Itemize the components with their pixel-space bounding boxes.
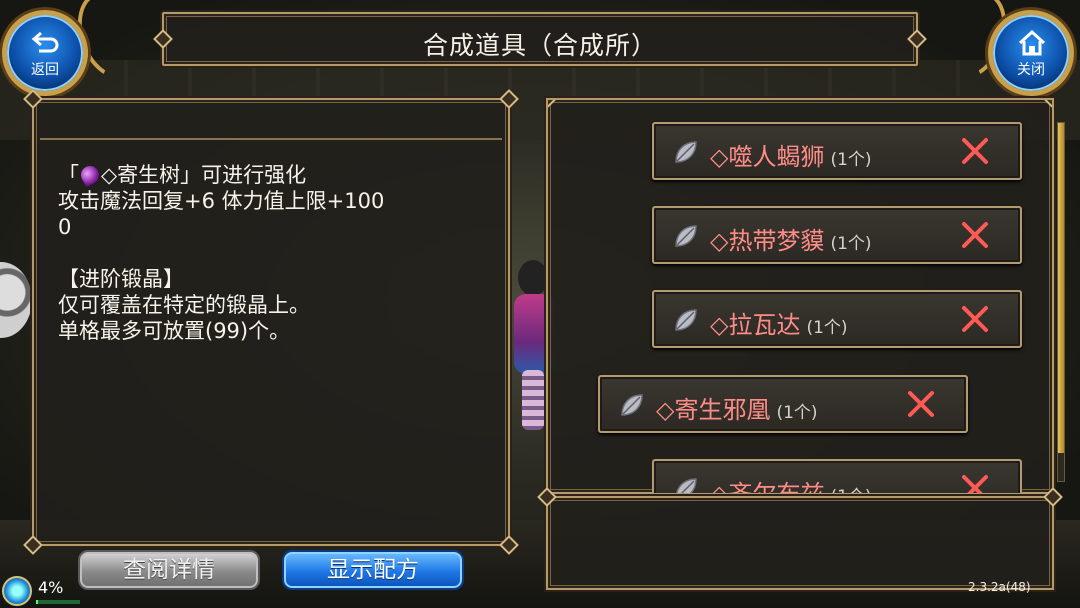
remove-x-icon[interactable] bbox=[958, 302, 992, 336]
enhance-line: 「 ◇寄生树」可进行强化 bbox=[58, 162, 488, 188]
leaf-icon bbox=[621, 394, 643, 416]
material-entry[interactable]: ◇噬人蝎狮 (1个) bbox=[652, 122, 1022, 180]
material-name-text: ◇拉瓦达 bbox=[710, 311, 801, 339]
version-label: 2.3.2a(48) bbox=[968, 580, 1031, 594]
material-count: (1个) bbox=[830, 234, 872, 254]
material-name-text: ◇噬人蝎狮 bbox=[710, 143, 825, 171]
title-bar: 合成道具（合成所） bbox=[153, 12, 927, 66]
material-count: (1个) bbox=[776, 403, 818, 423]
leaf-icon bbox=[675, 309, 697, 331]
remove-x-icon[interactable] bbox=[958, 218, 992, 252]
status-percent: 4% bbox=[38, 578, 64, 597]
close-button[interactable]: 关闭 bbox=[988, 10, 1074, 96]
item-description: 「◇寄生树」可进行强化 攻击魔法回复+6 体力值上限+100 0 【进阶锻晶】 … bbox=[58, 162, 488, 344]
material-entry[interactable]: ◇拉瓦达 (1个) bbox=[652, 290, 1022, 348]
material-entry[interactable]: ◇寄生邪凰 (1个) bbox=[598, 375, 968, 433]
rule-line: 仅可覆盖在特定的锻晶上。 bbox=[58, 293, 310, 317]
material-name: ◇寄生邪凰 (1个) bbox=[656, 390, 818, 425]
leaf-icon bbox=[675, 225, 697, 247]
material-name: ◇热带梦貘 (1个) bbox=[710, 221, 872, 256]
panel-corner bbox=[1043, 100, 1052, 109]
bracket-open: 「 bbox=[58, 163, 79, 187]
material-name-text: ◇热带梦貘 bbox=[710, 227, 825, 255]
stat-line-wrap: 0 bbox=[58, 215, 72, 239]
return-arrow-icon bbox=[31, 31, 59, 53]
material-name: ◇拉瓦达 (1个) bbox=[710, 305, 848, 340]
material-name-text: ◇寄生邪凰 bbox=[656, 396, 771, 424]
materials-footer-panel bbox=[537, 487, 1063, 590]
view-details-button[interactable]: 查阅详情 bbox=[78, 550, 260, 590]
back-label: 返回 bbox=[31, 62, 59, 78]
material-count: (1个) bbox=[830, 150, 872, 170]
purple-gem-icon bbox=[77, 162, 103, 188]
material-name: ◇噬人蝎狮 (1个) bbox=[710, 137, 872, 172]
remove-x-icon[interactable] bbox=[958, 134, 992, 168]
status-bar bbox=[36, 600, 80, 604]
category-line: 【进阶锻晶】 bbox=[58, 267, 184, 291]
status-orb-icon bbox=[2, 576, 32, 606]
leaf-icon bbox=[675, 141, 697, 163]
enhance-suffix: 」可进行强化 bbox=[180, 163, 307, 187]
info-panel-header bbox=[40, 106, 502, 140]
material-entry[interactable]: ◇热带梦貘 (1个) bbox=[652, 206, 1022, 264]
material-count: (1个) bbox=[806, 318, 848, 338]
stat-line: 攻击魔法回复+6 体力值上限+100 bbox=[58, 189, 385, 213]
panel-corner bbox=[548, 100, 557, 109]
page-title: 合成道具（合成所） bbox=[422, 31, 657, 60]
materials-scrollbar[interactable] bbox=[1057, 122, 1065, 482]
status-bar-fill bbox=[36, 600, 38, 604]
background-mascot bbox=[0, 262, 32, 338]
close-label: 关闭 bbox=[1017, 62, 1045, 78]
back-button[interactable]: 返回 bbox=[2, 10, 88, 96]
home-icon bbox=[1018, 29, 1046, 56]
remove-x-icon[interactable] bbox=[904, 387, 938, 421]
show-recipe-button[interactable]: 显示配方 bbox=[282, 550, 464, 590]
scroll-thumb[interactable] bbox=[1058, 123, 1064, 453]
item-name: ◇寄生树 bbox=[101, 163, 181, 187]
stack-line: 单格最多可放置(99)个。 bbox=[58, 319, 291, 343]
